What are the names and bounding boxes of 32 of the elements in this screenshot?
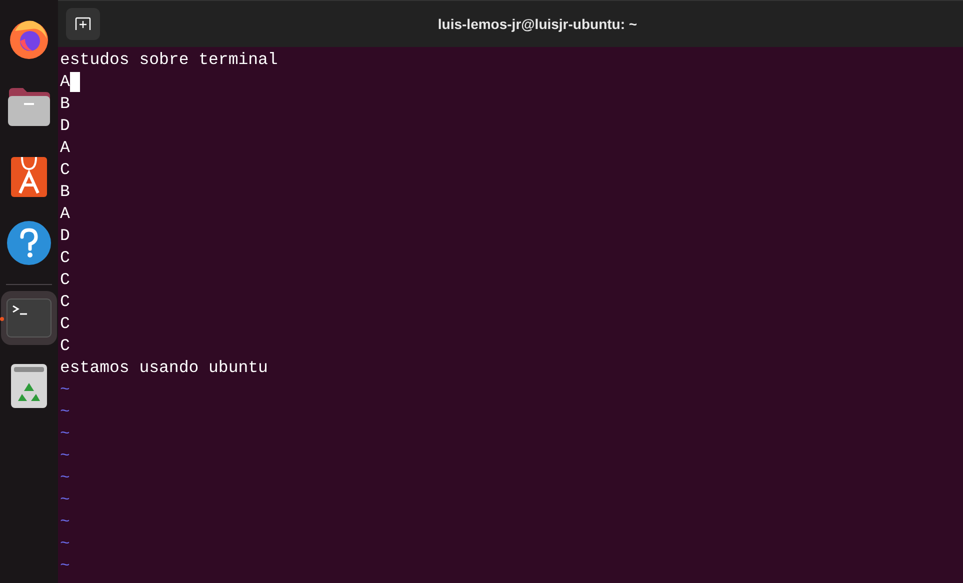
help-icon (6, 220, 52, 266)
text-line: C (60, 335, 70, 357)
text-line: C (60, 247, 70, 269)
terminal-icon (6, 298, 52, 338)
active-indicator (0, 317, 4, 321)
text-line: C (60, 269, 70, 291)
trash-icon (10, 363, 48, 409)
text-line: C (60, 291, 70, 313)
text-line: A (60, 203, 70, 225)
text-line: A (60, 137, 70, 159)
text-line: B (60, 93, 70, 115)
empty-line-marker: ~ (60, 533, 70, 555)
empty-line-marker: ~ (60, 555, 70, 577)
text-line: estudos sobre terminal (60, 49, 278, 71)
empty-line-marker: ~ (60, 467, 70, 489)
empty-line-marker: ~ (60, 489, 70, 511)
text-line: estamos usando ubuntu (60, 357, 268, 379)
new-tab-icon (75, 17, 91, 31)
text-line: A (60, 71, 70, 93)
empty-line-marker: ~ (60, 379, 70, 401)
empty-line-marker: ~ (60, 423, 70, 445)
text-line: C (60, 313, 70, 335)
new-tab-button[interactable] (66, 8, 100, 40)
empty-line-marker: ~ (60, 445, 70, 467)
window-title: luis-lemos-jr@luisjr-ubuntu: ~ (436, 14, 638, 34)
empty-line-marker: ~ (60, 401, 70, 423)
text-line: B (60, 181, 70, 203)
empty-line-marker: ~ (60, 511, 70, 533)
text-line: C (60, 159, 70, 181)
text-line: D (60, 115, 70, 137)
folder-icon (6, 86, 52, 128)
text-line: D (60, 225, 70, 247)
